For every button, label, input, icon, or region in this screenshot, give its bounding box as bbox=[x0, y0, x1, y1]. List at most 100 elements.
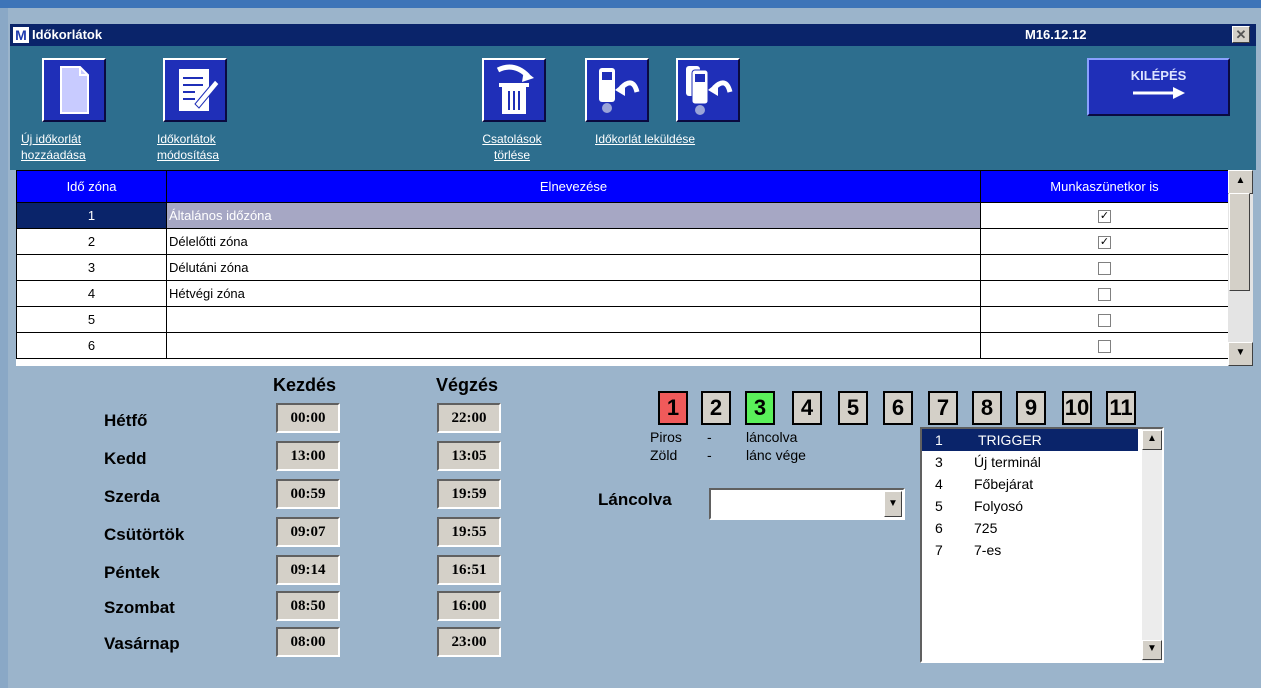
toolbar: Új időkorlát hozzáadása Időkorlátok módosí… bbox=[10, 46, 1256, 170]
list-item[interactable]: 4 Főbejárat bbox=[922, 473, 1138, 495]
holiday-checkbox[interactable] bbox=[1098, 262, 1111, 276]
terminal-list[interactable]: 1 TRIGGER 3 Új terminál 4 Főbejárat 5 Folyosó 6 7… bbox=[920, 427, 1164, 663]
chain-box[interactable]: 4 bbox=[792, 391, 822, 425]
list-scroll-up-button[interactable]: ▲ bbox=[1142, 430, 1162, 450]
send-timelimit-all-button[interactable] bbox=[676, 58, 740, 122]
zone-number-cell[interactable]: 2 bbox=[16, 228, 167, 255]
day-label: Hétfő bbox=[104, 411, 148, 430]
list-item[interactable]: 6 725 bbox=[922, 517, 1138, 539]
timezone-table: Idő zóna Elnevezése Munkaszünetkor is 1Á… bbox=[16, 170, 1229, 359]
zone-name-cell[interactable] bbox=[166, 306, 981, 333]
zone-number-cell[interactable]: 1 bbox=[16, 202, 167, 229]
window-title: Időkorlátok bbox=[32, 27, 103, 42]
left-edge bbox=[0, 8, 8, 688]
chain-box[interactable]: 1 bbox=[658, 391, 688, 425]
version-label: M16.12.12 bbox=[1025, 27, 1087, 42]
terminal-list-scrollbar[interactable]: ▲ ▼ bbox=[1142, 429, 1162, 661]
day-label: Csütörtök bbox=[104, 525, 185, 544]
zone-name-cell[interactable]: Délelőtti zóna bbox=[166, 228, 981, 255]
table-row[interactable]: 3 Délutáni zóna bbox=[16, 254, 1229, 281]
end-time-field[interactable]: 22:00 bbox=[437, 403, 501, 433]
app-logo-icon: M bbox=[13, 27, 29, 43]
arrow-right-icon bbox=[1132, 87, 1185, 99]
holiday-checkbox[interactable] bbox=[1098, 314, 1111, 328]
chain-box[interactable]: 5 bbox=[838, 391, 868, 425]
chained-dropdown[interactable]: ▼ bbox=[709, 488, 905, 520]
end-time-field[interactable]: 16:00 bbox=[437, 591, 501, 621]
holiday-cell: ✓ bbox=[980, 202, 1229, 229]
terminal-number: 5 bbox=[935, 498, 943, 514]
chained-label: Láncolva bbox=[598, 490, 672, 509]
holiday-cell: ✓ bbox=[980, 228, 1229, 255]
table-row[interactable]: 4 Hétvégi zóna bbox=[16, 280, 1229, 307]
list-item[interactable]: 5 Folyosó bbox=[922, 495, 1138, 517]
delete-links-label: Csatolások törlése bbox=[482, 132, 542, 162]
chain-box[interactable]: 10 bbox=[1062, 391, 1092, 425]
zone-name-cell[interactable]: Általános időzóna bbox=[166, 202, 981, 229]
trash-icon bbox=[496, 64, 534, 114]
zone-number-cell[interactable]: 3 bbox=[16, 254, 167, 281]
start-time-field[interactable]: 13:00 bbox=[276, 441, 340, 471]
chain-box[interactable]: 7 bbox=[928, 391, 958, 425]
terminal-name: Folyosó bbox=[974, 498, 1024, 514]
list-scroll-down-button[interactable]: ▼ bbox=[1142, 640, 1162, 660]
legend-red: Piros - láncolva bbox=[650, 429, 798, 445]
scroll-down-button[interactable]: ▼ bbox=[1228, 342, 1253, 366]
chain-box[interactable]: 11 bbox=[1106, 391, 1136, 425]
column-header-holiday[interactable]: Munkaszünetkor is bbox=[980, 170, 1229, 203]
chain-box[interactable]: 8 bbox=[972, 391, 1002, 425]
close-button[interactable]: ✕ bbox=[1232, 26, 1250, 43]
send-timelimit-label: Időkorlát leküldése bbox=[595, 132, 696, 146]
timezone-grid: Idő zóna Elnevezése Munkaszünetkor is 1Á… bbox=[16, 170, 1253, 366]
end-time-field[interactable]: 16:51 bbox=[437, 555, 501, 585]
zone-number-cell[interactable]: 4 bbox=[16, 280, 167, 307]
column-header-name[interactable]: Elnevezése bbox=[166, 170, 981, 203]
dropdown-arrow-icon[interactable]: ▼ bbox=[884, 491, 902, 517]
chain-box[interactable]: 6 bbox=[883, 391, 913, 425]
table-row[interactable]: 1 Általános időzóna ✓ bbox=[16, 202, 1229, 229]
modify-timelimits-button[interactable] bbox=[163, 58, 227, 122]
send-timelimit-button[interactable] bbox=[585, 58, 649, 122]
zone-name-cell[interactable]: Hétvégi zóna bbox=[166, 280, 981, 307]
list-item[interactable]: 1 TRIGGER bbox=[922, 429, 1138, 451]
start-time-field[interactable]: 08:50 bbox=[276, 591, 340, 621]
terminals-send-icon bbox=[686, 66, 733, 115]
exit-button[interactable]: KILÉPÉS bbox=[1087, 58, 1230, 116]
start-time-field[interactable]: 09:14 bbox=[276, 555, 340, 585]
terminal-name: Új terminál bbox=[974, 454, 1041, 470]
chain-box[interactable]: 2 bbox=[701, 391, 731, 425]
modify-timelimits-label: Időkorlátok módosítása bbox=[157, 132, 220, 162]
scroll-up-button[interactable]: ▲ bbox=[1228, 170, 1253, 194]
zone-name-cell[interactable]: Délutáni zóna bbox=[166, 254, 981, 281]
grid-scrollbar[interactable]: ▲ ▼ bbox=[1228, 170, 1253, 366]
start-time-field[interactable]: 00:59 bbox=[276, 479, 340, 509]
end-time-field[interactable]: 13:05 bbox=[437, 441, 501, 471]
holiday-cell bbox=[980, 254, 1229, 281]
zone-number-cell[interactable]: 5 bbox=[16, 306, 167, 333]
table-row[interactable]: 6 bbox=[16, 332, 1229, 359]
start-column-header: Kezdés bbox=[273, 375, 337, 395]
table-row[interactable]: 5 bbox=[16, 306, 1229, 333]
chain-box[interactable]: 3 bbox=[745, 391, 775, 425]
chain-box[interactable]: 9 bbox=[1016, 391, 1046, 425]
column-header-zone[interactable]: Idő zóna bbox=[16, 170, 167, 203]
end-time-field[interactable]: 19:59 bbox=[437, 479, 501, 509]
list-item[interactable]: 7 7-es bbox=[922, 539, 1138, 561]
zone-name-cell[interactable] bbox=[166, 332, 981, 359]
table-row[interactable]: 2 Délelőtti zóna ✓ bbox=[16, 228, 1229, 255]
start-time-field[interactable]: 09:07 bbox=[276, 517, 340, 547]
holiday-checkbox[interactable] bbox=[1098, 288, 1111, 302]
holiday-checkbox[interactable]: ✓ bbox=[1098, 210, 1111, 224]
start-time-field[interactable]: 00:00 bbox=[276, 403, 340, 433]
scroll-thumb[interactable] bbox=[1229, 193, 1250, 291]
end-time-field[interactable]: 19:55 bbox=[437, 517, 501, 547]
holiday-checkbox[interactable]: ✓ bbox=[1098, 236, 1111, 250]
delete-links-button[interactable] bbox=[482, 58, 546, 122]
day-label: Kedd bbox=[104, 449, 147, 468]
end-time-field[interactable]: 23:00 bbox=[437, 627, 501, 657]
list-item[interactable]: 3 Új terminál bbox=[922, 451, 1138, 473]
start-time-field[interactable]: 08:00 bbox=[276, 627, 340, 657]
add-timelimit-button[interactable] bbox=[42, 58, 106, 122]
zone-number-cell[interactable]: 6 bbox=[16, 332, 167, 359]
holiday-checkbox[interactable] bbox=[1098, 340, 1111, 354]
